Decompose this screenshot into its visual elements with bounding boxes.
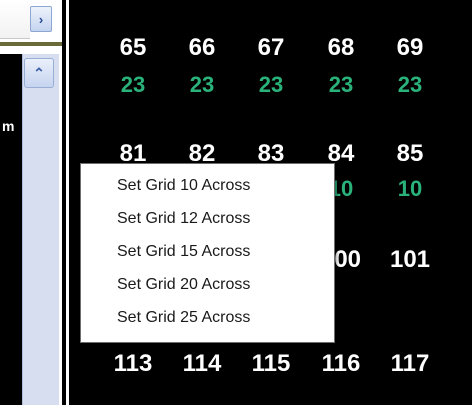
scrollbar-track[interactable] xyxy=(22,54,59,405)
grid-cell-count: 23 xyxy=(397,72,423,97)
grid-cell-number[interactable]: 116 xyxy=(311,350,371,378)
chevron-right-icon: › xyxy=(38,11,44,27)
next-button[interactable]: › xyxy=(30,6,52,32)
grid-cell-number[interactable]: 101 xyxy=(380,246,440,274)
splitter[interactable] xyxy=(62,0,76,405)
grid-cell-count: 23 xyxy=(328,72,354,97)
grid-cell-count: 10 xyxy=(397,176,423,201)
menu-item-grid-20[interactable]: Set Grid 20 Across xyxy=(117,271,250,299)
splitter-line xyxy=(66,0,69,405)
list-item-label: m xyxy=(2,118,15,134)
grid-cell-number[interactable]: 114 xyxy=(172,350,232,378)
context-menu: Set Grid 10 Across Set Grid 12 Across Se… xyxy=(80,163,335,343)
grid-cell-number[interactable]: 113 xyxy=(103,350,163,378)
grid-cell-number[interactable]: 68 xyxy=(311,34,371,62)
grid-cell-count: 23 xyxy=(189,72,215,97)
menu-item-grid-12[interactable]: Set Grid 12 Across xyxy=(117,205,250,233)
left-panel: › m ⌃ xyxy=(0,0,62,405)
grid-cell-number[interactable]: 66 xyxy=(172,34,232,62)
grid-cell-number[interactable]: 117 xyxy=(380,350,440,378)
panel-divider-line xyxy=(0,42,62,46)
grid-cell-number[interactable]: 69 xyxy=(380,34,440,62)
left-list-panel: m xyxy=(0,54,22,405)
grid-cell-number[interactable]: 65 xyxy=(103,34,163,62)
grid-cell-count: 23 xyxy=(120,72,146,97)
menu-item-grid-25[interactable]: Set Grid 25 Across xyxy=(117,304,250,332)
menu-item-grid-15[interactable]: Set Grid 15 Across xyxy=(117,238,250,266)
top-input-field[interactable] xyxy=(0,0,30,39)
grid-cell-number[interactable]: 67 xyxy=(241,34,301,62)
scroll-up-button[interactable]: ⌃ xyxy=(24,58,54,88)
menu-item-grid-10[interactable]: Set Grid 10 Across xyxy=(117,172,250,200)
grid-cell-count: 23 xyxy=(258,72,284,97)
grid-cell-number[interactable]: 115 xyxy=(241,350,301,378)
chevron-up-icon: ⌃ xyxy=(33,64,45,81)
grid-cell-number[interactable]: 85 xyxy=(380,140,440,168)
